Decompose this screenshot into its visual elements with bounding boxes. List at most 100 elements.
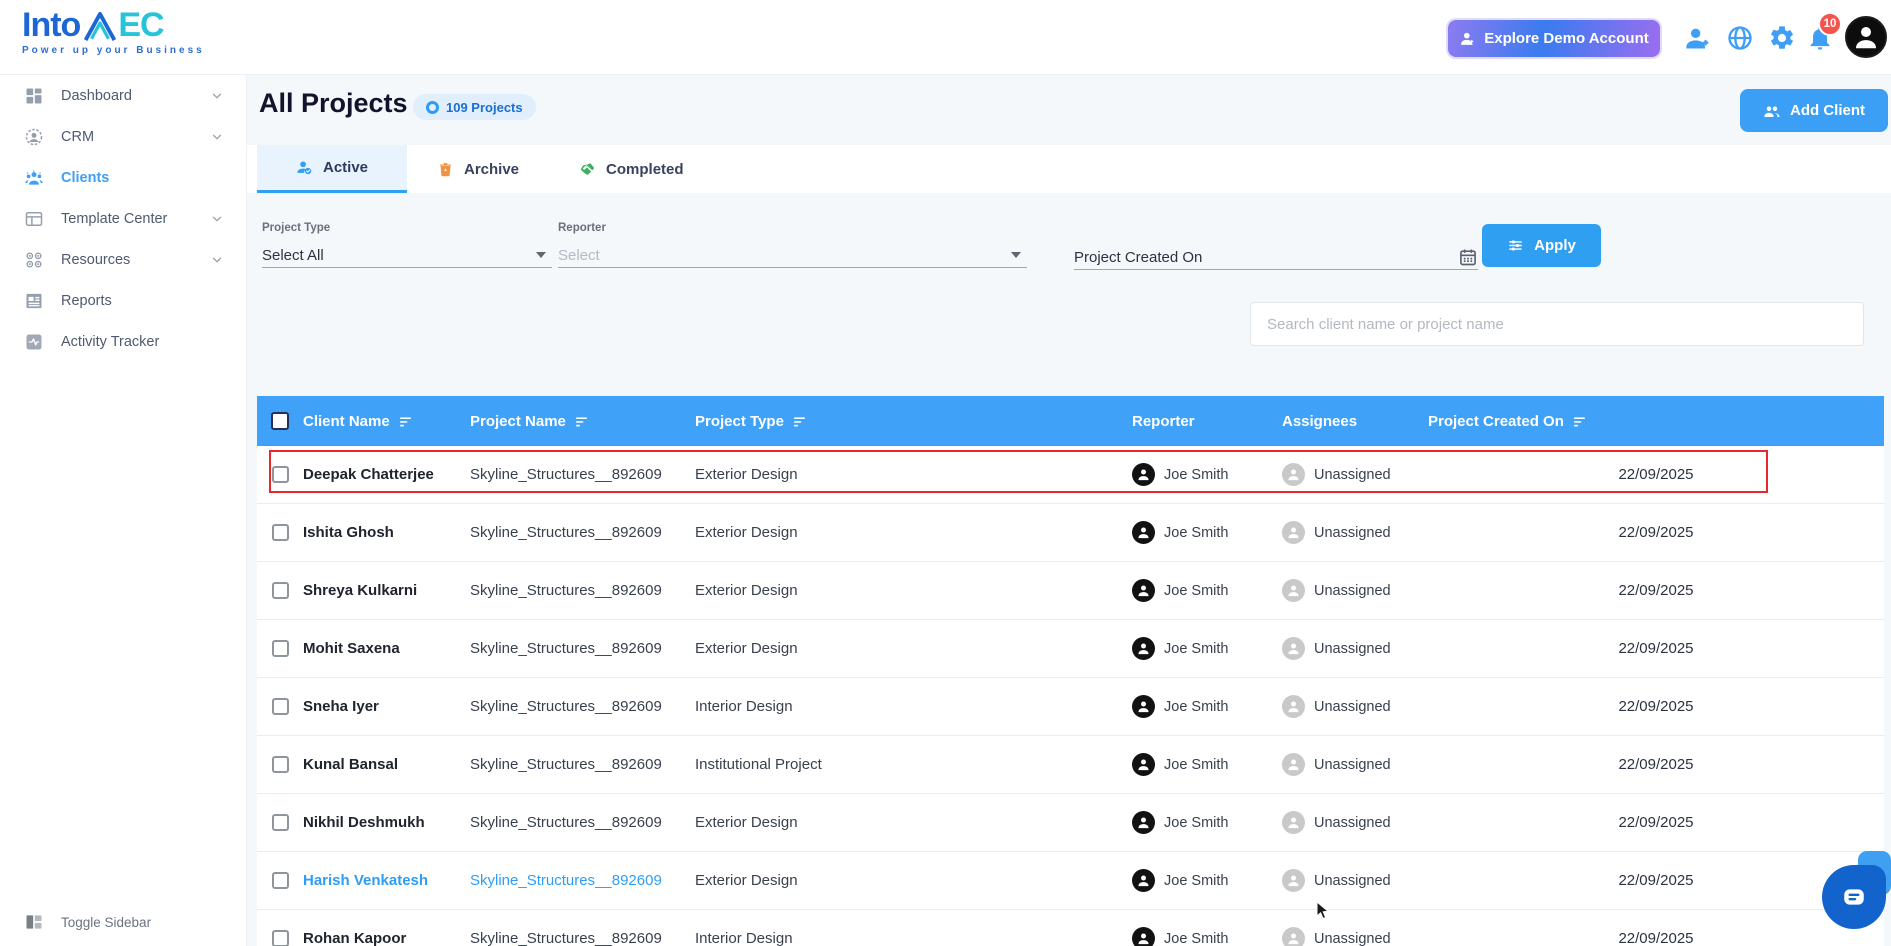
column-header-project-type[interactable]: Project Type — [695, 413, 1132, 430]
toggle-sidebar-button[interactable]: Toggle Sidebar — [24, 912, 151, 932]
row-checkbox[interactable] — [271, 872, 289, 889]
tab-archive[interactable]: Archive — [407, 145, 549, 193]
add-client-button[interactable]: Add Client — [1740, 89, 1888, 132]
sort-icon[interactable] — [1573, 415, 1586, 427]
language-globe-icon[interactable] — [1726, 24, 1754, 52]
table-row[interactable]: Deepak Chatterjee Skyline_Structures__89… — [257, 446, 1884, 504]
apply-filters-button[interactable]: Apply — [1482, 224, 1601, 267]
project-created-date: 22/09/2025 — [1618, 814, 1694, 831]
chat-launcher-button[interactable] — [1822, 865, 1886, 929]
reporter-avatar — [1132, 637, 1155, 660]
row-checkbox[interactable] — [271, 930, 289, 946]
project-created-date: 22/09/2025 — [1618, 524, 1694, 541]
project-name[interactable]: Skyline_Structures__892609 — [470, 814, 695, 831]
assignee-cell: Unassigned — [1282, 753, 1428, 776]
reporter-cell: Joe Smith — [1132, 579, 1282, 602]
logo-text-primary: Into — [22, 6, 81, 44]
assignee-name: Unassigned — [1314, 466, 1391, 483]
row-checkbox[interactable] — [271, 466, 289, 483]
table-row[interactable]: Shreya Kulkarni Skyline_Structures__8926… — [257, 562, 1884, 620]
reporter-name: Joe Smith — [1164, 872, 1229, 889]
person-check-icon — [296, 159, 313, 176]
row-checkbox[interactable] — [271, 814, 289, 831]
reporter-name: Joe Smith — [1164, 814, 1229, 831]
reporter-cell: Joe Smith — [1132, 927, 1282, 946]
project-type: Interior Design — [695, 698, 793, 715]
project-name[interactable]: Skyline_Structures__892609 — [470, 698, 695, 715]
table-row[interactable]: Rohan Kapoor Skyline_Structures__892609 … — [257, 910, 1884, 946]
project-type-select[interactable]: Select All — [262, 243, 552, 268]
row-checkbox[interactable] — [271, 698, 289, 715]
table-row[interactable]: Kunal Bansal Skyline_Structures__892609 … — [257, 736, 1884, 794]
client-name[interactable]: Mohit Saxena — [303, 640, 470, 657]
client-name[interactable]: Nikhil Deshmukh — [303, 814, 470, 831]
chevron-down-icon — [210, 253, 224, 267]
sidebar-item-crm[interactable]: CRM — [0, 116, 246, 157]
table-row[interactable]: Mohit Saxena Skyline_Structures__892609 … — [257, 620, 1884, 678]
explore-demo-account-button[interactable]: Explore Demo Account — [1448, 20, 1660, 57]
circle-ring-icon — [426, 100, 439, 114]
sidebar-item-template-center[interactable]: Template Center — [0, 198, 246, 239]
project-name[interactable]: Skyline_Structures__892609 — [470, 756, 695, 773]
projects-table: Client Name Project Name Project Type Re… — [257, 396, 1884, 946]
project-created-on-datepicker[interactable]: Project Created On — [1074, 245, 1478, 270]
table-row[interactable]: Ishita Ghosh Skyline_Structures__892609 … — [257, 504, 1884, 562]
search-input[interactable] — [1250, 302, 1864, 346]
projects-tabbar: Active Archive Completed — [247, 145, 1891, 193]
demo-user-icon — [1461, 32, 1475, 45]
calendar-icon[interactable] — [1458, 246, 1478, 268]
column-header-client-name[interactable]: Client Name — [303, 413, 470, 430]
add-user-icon[interactable] — [1684, 24, 1712, 52]
project-type: Exterior Design — [695, 640, 798, 657]
sort-icon[interactable] — [575, 415, 588, 427]
client-name[interactable]: Deepak Chatterjee — [303, 466, 470, 483]
client-name[interactable]: Shreya Kulkarni — [303, 582, 470, 599]
sidebar-item-activity-tracker[interactable]: Activity Tracker — [0, 321, 246, 362]
tab-active[interactable]: Active — [257, 145, 407, 193]
column-header-project-created-on[interactable]: Project Created On — [1428, 413, 1884, 430]
project-name[interactable]: Skyline_Structures__892609 — [470, 640, 695, 657]
row-checkbox[interactable] — [271, 524, 289, 541]
project-created-on-filter[interactable]: Project Created On — [1074, 222, 1478, 270]
tab-completed[interactable]: Completed — [549, 145, 714, 193]
assignee-name: Unassigned — [1314, 930, 1391, 946]
project-name[interactable]: Skyline_Structures__892609 — [470, 466, 695, 483]
user-avatar[interactable] — [1845, 16, 1887, 58]
reporter-avatar — [1132, 753, 1155, 776]
project-type: Exterior Design — [695, 582, 798, 599]
client-name[interactable]: Harish Venkatesh — [303, 872, 470, 889]
client-name[interactable]: Sneha Iyer — [303, 698, 470, 715]
client-name[interactable]: Ishita Ghosh — [303, 524, 470, 541]
row-checkbox[interactable] — [271, 582, 289, 599]
reporter-filter[interactable]: Reporter Select — [558, 222, 1027, 268]
project-created-date: 22/09/2025 — [1618, 756, 1694, 773]
assignee-name: Unassigned — [1314, 814, 1391, 831]
assignee-name: Unassigned — [1314, 582, 1391, 599]
project-name[interactable]: Skyline_Structures__892609 — [470, 582, 695, 599]
sidebar-item-dashboard[interactable]: Dashboard — [0, 75, 246, 116]
sort-icon[interactable] — [793, 415, 806, 427]
sidebar-item-reports[interactable]: Reports — [0, 280, 246, 321]
table-row[interactable]: Nikhil Deshmukh Skyline_Structures__8926… — [257, 794, 1884, 852]
row-checkbox[interactable] — [271, 756, 289, 773]
table-row[interactable]: Harish Venkatesh Skyline_Structures__892… — [257, 852, 1884, 910]
app-logo[interactable]: Into EC Power up your Business — [22, 8, 205, 56]
sort-icon[interactable] — [399, 415, 412, 427]
sidebar-item-resources[interactable]: Resources — [0, 239, 246, 280]
select-all-checkbox[interactable] — [271, 412, 289, 430]
project-name[interactable]: Skyline_Structures__892609 — [470, 872, 695, 889]
row-checkbox[interactable] — [271, 640, 289, 657]
project-name[interactable]: Skyline_Structures__892609 — [470, 930, 695, 946]
project-type-filter[interactable]: Project Type Select All — [262, 222, 552, 268]
sidebar-item-clients[interactable]: Clients — [0, 157, 246, 198]
project-created-date: 22/09/2025 — [1618, 582, 1694, 599]
column-header-project-name[interactable]: Project Name — [470, 413, 695, 430]
project-name[interactable]: Skyline_Structures__892609 — [470, 524, 695, 541]
row-checkbox-cell — [257, 582, 303, 599]
client-name[interactable]: Rohan Kapoor — [303, 930, 470, 946]
reporter-cell: Joe Smith — [1132, 753, 1282, 776]
client-name[interactable]: Kunal Bansal — [303, 756, 470, 773]
reporter-select[interactable]: Select — [558, 243, 1027, 268]
table-row[interactable]: Sneha Iyer Skyline_Structures__892609 In… — [257, 678, 1884, 736]
settings-gear-icon[interactable] — [1768, 24, 1796, 52]
